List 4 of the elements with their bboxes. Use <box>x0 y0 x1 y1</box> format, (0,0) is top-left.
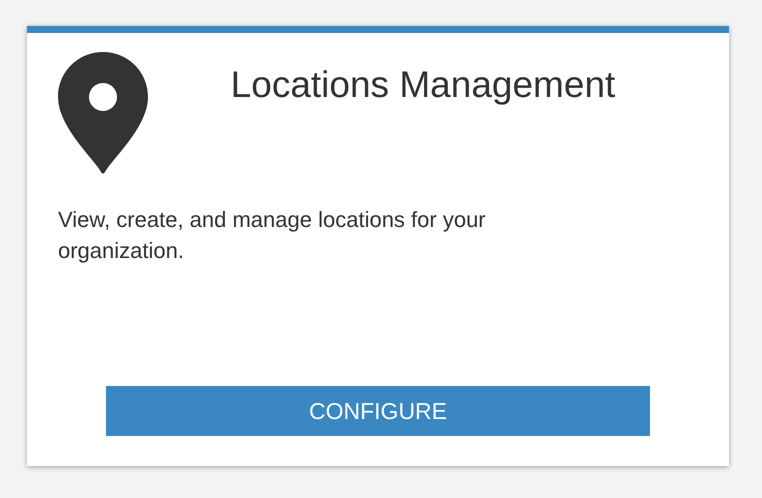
configure-button[interactable]: CONFIGURE <box>106 386 650 436</box>
card-title: Locations Management <box>230 63 616 107</box>
card-description: View, create, and manage locations for your organization. <box>58 206 487 265</box>
location-pin-icon <box>58 52 148 174</box>
